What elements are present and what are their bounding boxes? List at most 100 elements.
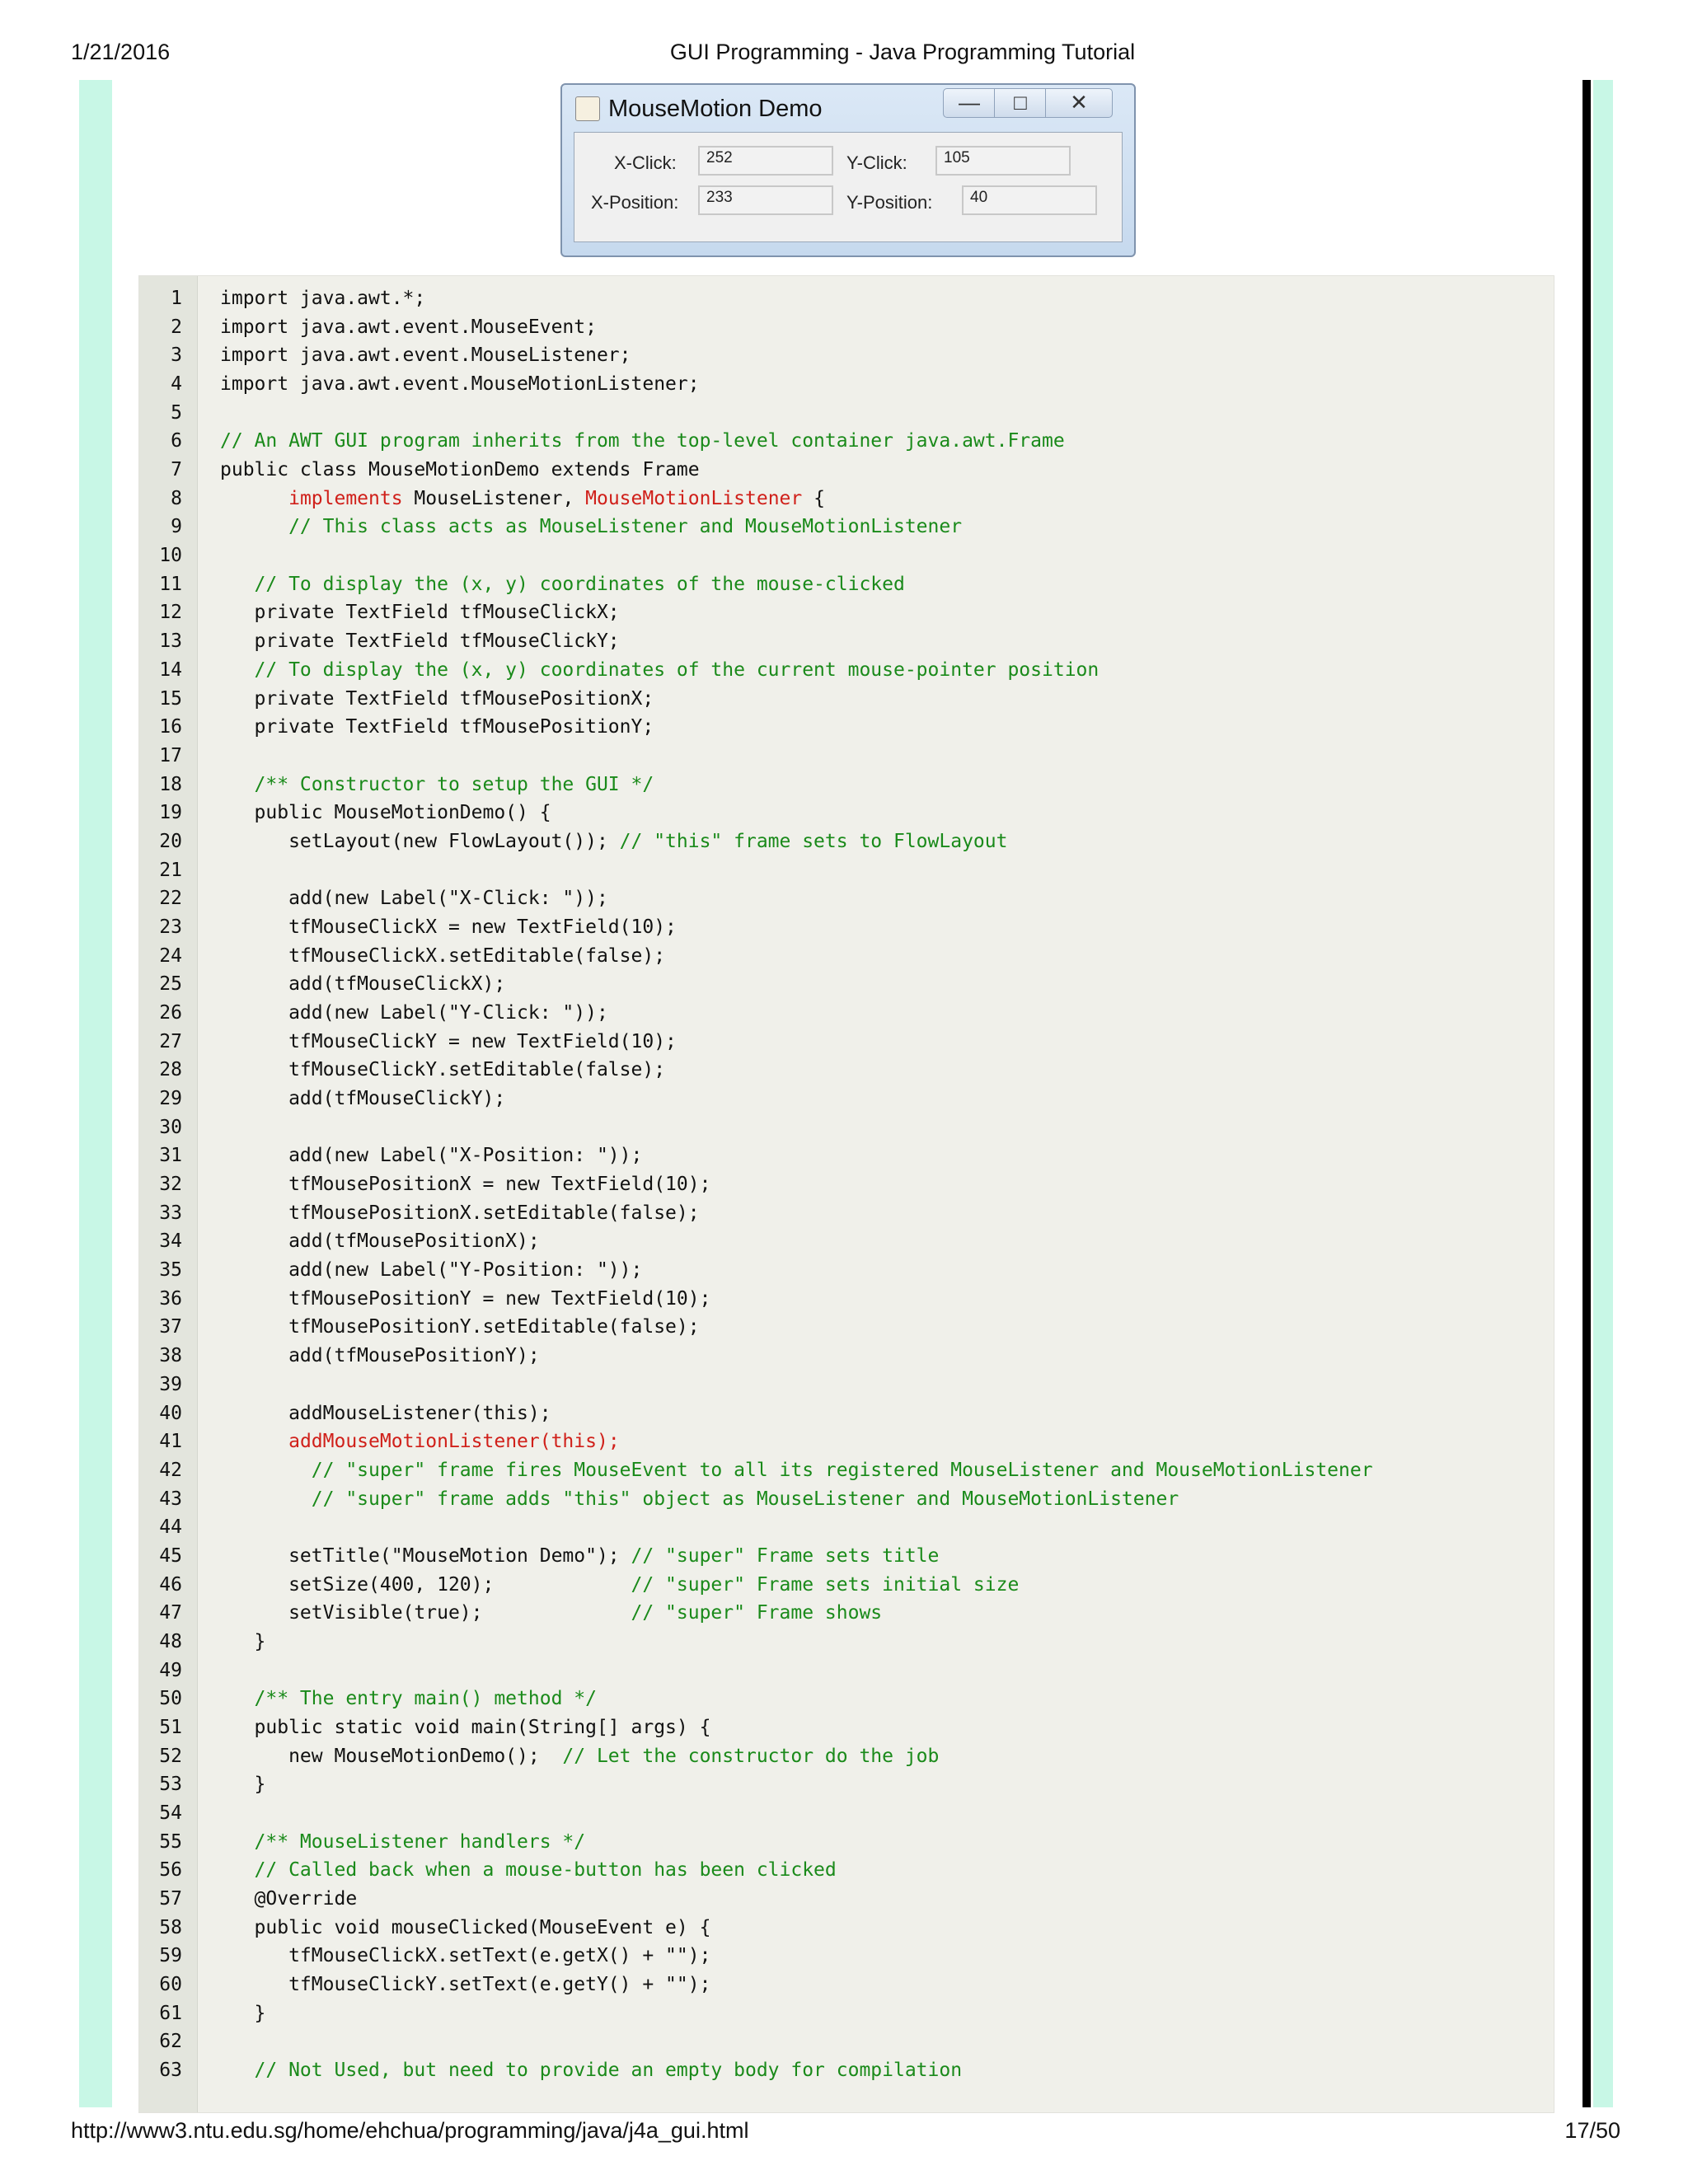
code-line: // Called back when a mouse-button has b… xyxy=(220,1859,837,1881)
code-text: tfMouseClickX.setText(e.getX() + ""); xyxy=(220,1945,711,1967)
left-margin-bar xyxy=(79,80,112,2107)
code-line: add(tfMouseClickX); xyxy=(220,973,505,995)
code-text: add(tfMouseClickY); xyxy=(220,1088,506,1110)
code-text: setSize(400, 120); xyxy=(220,1573,631,1596)
code-line: private TextField tfMousePositionX; xyxy=(220,688,654,710)
close-button[interactable]: ✕ xyxy=(1045,88,1113,118)
y-click-field[interactable]: 105 xyxy=(935,146,1071,176)
code-comment: // Not Used, but need to provide an empt… xyxy=(220,2060,963,2082)
line-number: 54 xyxy=(159,1802,182,1825)
line-number: 49 xyxy=(159,1659,182,1681)
header-title: GUI Programming - Java Programming Tutor… xyxy=(669,40,1136,64)
code-line: add(new Label("X-Position: ")); xyxy=(220,1145,642,1166)
window-titlebar[interactable]: MouseMotion Demo — □ ✕ xyxy=(562,85,1134,131)
code-text: MouseListener, xyxy=(402,487,586,509)
code-line: tfMouseClickY.setText(e.getY() + ""); xyxy=(220,1974,710,1995)
right-margin-bar xyxy=(1593,80,1613,2107)
line-number: 34 xyxy=(159,1230,182,1253)
line-number: 36 xyxy=(159,1287,182,1310)
window-title: MouseMotion Demo xyxy=(608,96,823,122)
line-number: 38 xyxy=(159,1345,182,1367)
code-text: new MouseMotionDemo(); xyxy=(220,1745,563,1767)
line-number: 59 xyxy=(159,1945,182,1967)
code-line: tfMousePositionX.setEditable(false); xyxy=(220,1202,700,1224)
code-line: /** MouseListener handlers */ xyxy=(220,1831,586,1853)
footer-url: http://www3.ntu.edu.sg/home/ehchua/progr… xyxy=(71,2118,749,2143)
y-position-field[interactable]: 40 xyxy=(962,185,1097,215)
line-number-gutter: 1 2 3 4 5 6 7 8 9 10 11 12 13 14 15 16 17 18 19 20 21 22 23 24 2… xyxy=(139,276,198,2112)
code-text: tfMouseClickY.setEditable(false); xyxy=(220,1059,666,1081)
window-content: X-Click: 252 Y-Click: 105 X-Position: 23… xyxy=(574,132,1123,242)
line-number: 41 xyxy=(159,1431,182,1453)
code-line: implements MouseListener, MouseMotionLis… xyxy=(220,488,825,509)
code-line: // "super" frame fires MouseEvent to all… xyxy=(220,1460,1373,1481)
code-text: public void mouseClicked(MouseEvent e) { xyxy=(220,1916,711,1938)
code-line: add(new Label("X-Click: ")); xyxy=(220,888,608,909)
java-app-icon xyxy=(575,96,600,121)
code-text: public MouseMotionDemo() { xyxy=(220,802,551,824)
line-number: 46 xyxy=(159,1573,182,1596)
code-line: public static void main(String[] args) { xyxy=(220,1717,711,1738)
code-text: private TextField tfMouseClickX; xyxy=(220,602,620,624)
code-text: tfMouseClickY = new TextField(10); xyxy=(220,1030,677,1052)
line-number: 6 xyxy=(171,430,182,452)
minimize-button[interactable]: — xyxy=(943,88,996,118)
line-number: 15 xyxy=(159,687,182,710)
x-position-field[interactable]: 233 xyxy=(698,185,833,215)
code-line: tfMouseClickY = new TextField(10); xyxy=(220,1031,677,1052)
code-text: setTitle("MouseMotion Demo"); xyxy=(220,1544,631,1567)
line-number: 51 xyxy=(159,1717,182,1738)
code-line: // Not Used, but need to provide an empt… xyxy=(220,2060,963,2082)
code-listing: 1 2 3 4 5 6 7 8 9 10 11 12 13 14 15 16 17 18 19 20 21 22 23 24 2… xyxy=(138,275,1554,2113)
code-text: setVisible(true); xyxy=(220,1602,631,1624)
code-line: tfMousePositionY = new TextField(10); xyxy=(220,1288,710,1310)
code-text: import java.awt.*; xyxy=(220,288,426,309)
code-text: tfMousePositionX = new TextField(10); xyxy=(220,1174,711,1196)
maximize-button[interactable]: □ xyxy=(994,88,1047,118)
line-number: 16 xyxy=(159,716,182,738)
line-number: 10 xyxy=(159,545,182,567)
x-click-field[interactable]: 252 xyxy=(698,146,833,176)
code-line: @Override xyxy=(220,1888,358,1910)
code-comment: // "this" frame sets to FlowLayout xyxy=(619,830,1008,852)
line-number: 55 xyxy=(159,1830,182,1853)
code-text: add(tfMousePositionY); xyxy=(220,1345,540,1367)
line-number: 8 xyxy=(171,487,182,509)
y-click-label: Y-Click: xyxy=(846,152,907,173)
code-text: private TextField tfMousePositionY; xyxy=(220,716,654,738)
code-text: add(new Label("X-Click: ")); xyxy=(220,888,608,910)
code-text: private TextField tfMouseClickY; xyxy=(220,630,620,653)
code-line: add(tfMousePositionY); xyxy=(220,1345,540,1366)
code-comment: // Called back when a mouse-button has b… xyxy=(220,1859,837,1882)
code-text: add(tfMouseClickX); xyxy=(220,973,506,996)
code-text: tfMousePositionY.setEditable(false); xyxy=(220,1316,700,1338)
code-comment: // "super" frame adds "this" object as M… xyxy=(220,1488,1179,1510)
code-text: tfMouseClickX.setEditable(false); xyxy=(220,944,666,967)
code-text: tfMousePositionY = new TextField(10); xyxy=(220,1287,711,1310)
y-position-label: Y-Position: xyxy=(846,192,933,213)
code-text: { xyxy=(802,487,825,509)
code-line: public class MouseMotionDemo extends Fra… xyxy=(220,459,700,480)
line-number: 39 xyxy=(159,1373,182,1395)
line-number: 37 xyxy=(159,1316,182,1338)
line-number: 5 xyxy=(171,401,182,424)
line-number: 13 xyxy=(159,630,182,653)
code-line: tfMouseClickY.setEditable(false); xyxy=(220,1059,665,1080)
code-comment: // An AWT GUI program inherits from the … xyxy=(220,430,1065,452)
code-line: addMouseListener(this); xyxy=(220,1403,551,1424)
line-number: 47 xyxy=(159,1602,182,1624)
line-number: 60 xyxy=(159,1974,182,1996)
line-number: 27 xyxy=(159,1030,182,1052)
line-number: 24 xyxy=(159,944,182,967)
line-number: 40 xyxy=(159,1402,182,1424)
code-text: } xyxy=(220,1630,266,1652)
line-number: 2 xyxy=(171,316,182,338)
line-number: 52 xyxy=(159,1745,182,1767)
line-number: 42 xyxy=(159,1459,182,1481)
code-line: // To display the (x, y) coordinates of … xyxy=(220,574,905,595)
code-line: add(tfMouseClickY); xyxy=(220,1088,505,1109)
line-number: 23 xyxy=(159,916,182,938)
vertical-divider xyxy=(1582,80,1591,2107)
